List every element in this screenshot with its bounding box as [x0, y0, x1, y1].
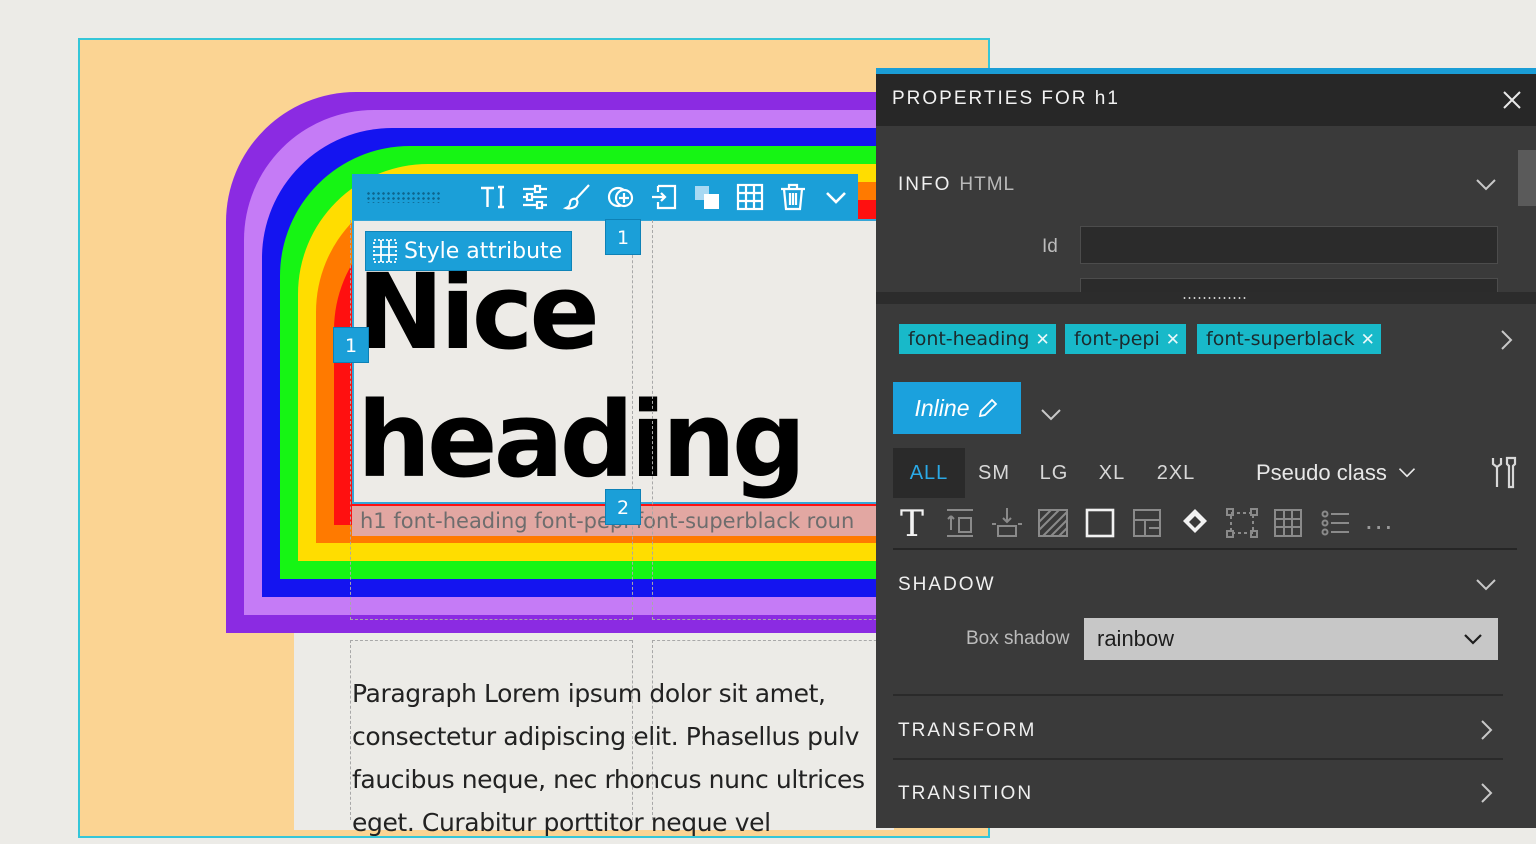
margin-badge-top[interactable]: 1 — [605, 219, 641, 255]
layout-icon[interactable] — [1129, 504, 1167, 542]
class-chip[interactable]: font-superblack ✕ — [1197, 324, 1381, 354]
svg-text:T: T — [900, 504, 924, 542]
grid-icon[interactable] — [729, 174, 772, 220]
breakpoint-2xl[interactable]: 2XL — [1143, 448, 1209, 498]
grid-guide — [350, 619, 632, 620]
chevron-down-icon — [1398, 468, 1416, 478]
breakpoint-bar: ALL SM LG XL 2XL Pseudo class — [893, 448, 1517, 498]
paragraph[interactable]: Paragraph Lorem ipsum dolor sit amet, con… — [352, 672, 912, 844]
remove-class-icon[interactable]: ✕ — [1166, 330, 1180, 350]
box-shadow-select[interactable]: rainbow — [1084, 618, 1498, 660]
style-attribute-label: Style attribute — [404, 238, 563, 264]
tools-icon[interactable] — [1485, 454, 1523, 492]
section-divider — [893, 758, 1503, 760]
transform-section-title[interactable]: TRANSFORM — [898, 720, 1036, 742]
breakpoint-sm[interactable]: SM — [965, 448, 1023, 498]
list-icon[interactable] — [1317, 504, 1355, 542]
element-toolbar — [352, 174, 858, 220]
scrollbar[interactable] — [1518, 150, 1536, 206]
input-field[interactable] — [1080, 278, 1498, 292]
drag-handle[interactable] — [366, 191, 441, 203]
chevron-down-icon[interactable] — [815, 174, 858, 220]
spacing-icon[interactable] — [941, 504, 979, 542]
grid-guide — [652, 220, 653, 620]
grid-guide — [652, 619, 892, 620]
grid-icon[interactable] — [1270, 504, 1308, 542]
id-label: Id — [1042, 236, 1058, 257]
breakpoint-all[interactable]: ALL — [893, 448, 965, 498]
info-section-title[interactable]: INFO HTML — [898, 174, 1015, 196]
chevron-down-icon[interactable] — [1474, 172, 1498, 196]
chevron-down-icon[interactable] — [1474, 572, 1498, 596]
panel-header: PROPERTIES FOR h1 — [876, 74, 1536, 126]
sliders-icon[interactable] — [514, 174, 557, 220]
margin-badge-left[interactable]: 1 — [333, 327, 369, 363]
box-shadow-label: Box shadow — [966, 628, 1070, 649]
effects-icon[interactable] — [1176, 504, 1214, 542]
chevron-down-icon — [1464, 634, 1482, 645]
panel-title: PROPERTIES FOR h1 — [892, 88, 1120, 109]
resizer-handle-icon — [1182, 296, 1246, 300]
chevron-right-icon[interactable] — [1474, 718, 1498, 742]
remove-class-icon[interactable]: ✕ — [1361, 330, 1375, 350]
transition-section-title[interactable]: TRANSITION — [898, 783, 1033, 805]
chevron-right-icon[interactable] — [1474, 781, 1498, 805]
border-icon[interactable] — [1082, 504, 1120, 542]
section-divider — [893, 694, 1503, 696]
trash-icon[interactable] — [772, 174, 815, 220]
margin-badge-bottom[interactable]: 2 — [605, 489, 641, 525]
flex-icon[interactable] — [1223, 504, 1261, 542]
close-icon[interactable] — [1500, 88, 1524, 112]
breakpoint-xl[interactable]: XL — [1083, 448, 1141, 498]
grid-guide — [652, 640, 892, 641]
properties-panel: PROPERTIES FOR h1 INFO HTML Id font-headi… — [876, 68, 1536, 828]
chevron-right-icon[interactable] — [1494, 328, 1518, 352]
add-element-icon[interactable] — [600, 174, 643, 220]
inline-style-button[interactable]: Inline — [893, 382, 1021, 434]
pseudo-class-dropdown[interactable]: Pseudo class — [1256, 448, 1417, 498]
grid-guide — [632, 220, 633, 620]
chevron-down-icon[interactable] — [1039, 402, 1063, 426]
grid-guide — [350, 220, 351, 620]
panel-resizer[interactable] — [876, 292, 1536, 304]
remove-class-icon[interactable]: ✕ — [1035, 330, 1049, 350]
style-attribute-tag[interactable]: Style attribute — [365, 231, 573, 271]
brush-icon[interactable] — [557, 174, 600, 220]
insert-icon[interactable] — [643, 174, 686, 220]
property-tabs: T ... — [893, 498, 1517, 550]
position-icon[interactable] — [988, 504, 1026, 542]
style-attribute-icon — [373, 239, 397, 263]
info-section-subtitle: HTML — [959, 174, 1016, 195]
typography-icon[interactable]: T — [895, 504, 933, 542]
class-chip[interactable]: font-pepi ✕ — [1065, 324, 1187, 354]
shadow-section-title[interactable]: SHADOW — [898, 574, 996, 596]
breakpoint-lg[interactable]: LG — [1025, 448, 1083, 498]
layers-icon[interactable] — [686, 174, 729, 220]
text-tool-icon[interactable] — [471, 174, 514, 220]
more-icon[interactable]: ... — [1365, 504, 1394, 536]
grid-guide — [350, 640, 351, 820]
class-chip[interactable]: font-heading ✕ — [899, 324, 1056, 354]
grid-guide — [350, 640, 632, 641]
heading-text[interactable]: Nice heading — [357, 248, 877, 504]
pencil-icon — [979, 398, 998, 418]
background-icon[interactable] — [1035, 504, 1073, 542]
id-input[interactable] — [1080, 226, 1498, 264]
